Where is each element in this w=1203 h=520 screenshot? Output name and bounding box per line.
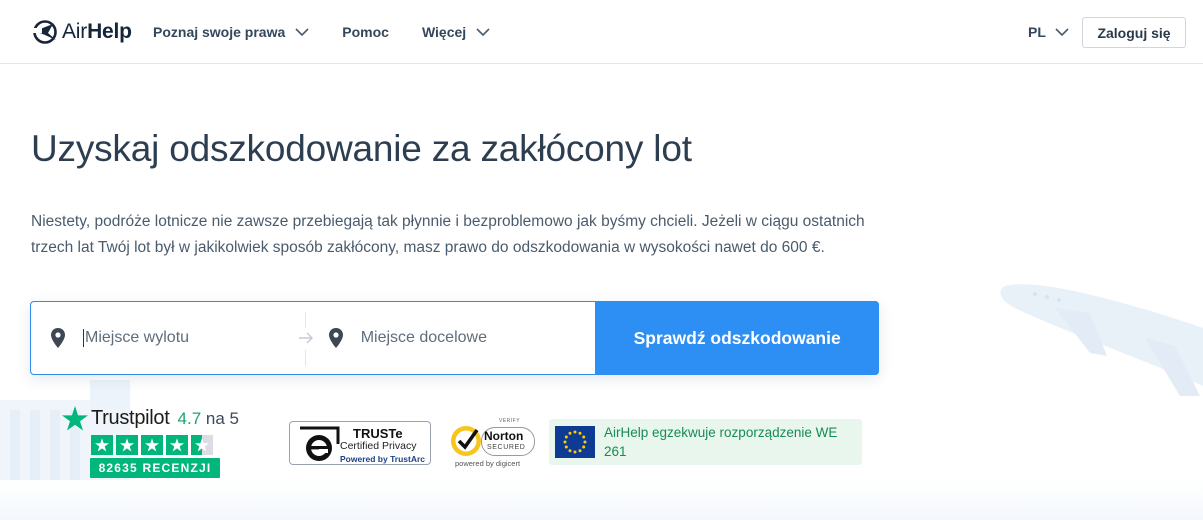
norton-secured-label: SECURED xyxy=(487,444,526,451)
chevron-down-icon xyxy=(295,28,309,36)
chevron-down-icon xyxy=(476,28,490,36)
destination-input[interactable] xyxy=(360,329,551,347)
login-button[interactable]: Zaloguj się xyxy=(1082,17,1186,48)
check-compensation-button[interactable]: Sprawdź odszkodowanie xyxy=(595,301,879,375)
rating-star-icon xyxy=(141,435,163,455)
main-nav: Poznaj swoje prawa Pomoc Więcej xyxy=(153,0,523,64)
nav-item-label: Poznaj swoje prawa xyxy=(153,24,286,40)
flight-search-form: Sprawdź odszkodowanie xyxy=(30,301,879,375)
chevron-down-icon xyxy=(1055,28,1069,36)
rating-star-icon xyxy=(116,435,138,455)
language-label: PL xyxy=(1028,24,1046,40)
nav-item-label: Więcej xyxy=(421,24,467,40)
departure-field[interactable] xyxy=(31,302,305,374)
trustpilot-rating: 4.7 na 5 xyxy=(177,408,239,428)
truste-subtitle: Certified Privacy xyxy=(340,440,417,452)
truste-title: TRUSTe xyxy=(353,426,403,441)
language-selector[interactable]: PL xyxy=(1028,24,1069,40)
norton-checkmark-icon xyxy=(451,426,481,456)
eu-regulation-badge[interactable]: AirHelp egzekwuje rozporządzenie WE 261 xyxy=(549,419,862,465)
nav-item-more[interactable]: Więcej xyxy=(422,24,490,40)
background-gradient xyxy=(0,480,1203,520)
location-pin-icon xyxy=(51,328,65,348)
truste-seal-icon xyxy=(300,426,340,461)
nav-item-help[interactable]: Pomoc xyxy=(342,24,389,40)
eu-regulation-text: AirHelp egzekwuje rozporządzenie WE 261 xyxy=(604,425,838,459)
trustpilot-star-icon xyxy=(62,406,88,431)
logo-text: AirHelp xyxy=(62,20,132,43)
airhelp-plane-icon xyxy=(32,20,57,44)
rating-star-icon xyxy=(166,435,188,455)
background-airplane-illustration xyxy=(1000,284,1203,396)
norton-name: Norton xyxy=(484,429,524,443)
top-navigation-bar: AirHelp Poznaj swoje prawa Pomoc Więcej … xyxy=(0,0,1203,64)
truste-powered: Powered by TrustArc xyxy=(340,454,426,464)
rating-star-icon xyxy=(91,435,113,455)
page-title: Uzyskaj odszkodowanie za zakłócony lot xyxy=(31,128,692,169)
norton-secured-badge[interactable]: VERIFY Norton SECURED powered by digicer… xyxy=(447,418,537,470)
nav-item-know-your-rights[interactable]: Poznaj swoje prawa xyxy=(153,24,309,40)
norton-powered: powered by digicert xyxy=(455,459,521,468)
truste-badge[interactable]: TRUSTe Certified Privacy Powered by Trus… xyxy=(289,421,431,465)
norton-verify-label: VERIFY xyxy=(499,418,521,424)
trustpilot-review-count: 82635 RECENZJI xyxy=(90,458,220,478)
rating-half-star-icon xyxy=(191,435,213,455)
location-pin-icon xyxy=(328,328,343,348)
airhelp-logo[interactable]: AirHelp xyxy=(32,19,132,45)
departure-input[interactable] xyxy=(83,329,273,347)
nav-item-label: Pomoc xyxy=(342,24,389,40)
eu-flag-icon xyxy=(555,426,595,458)
hero-description: Niestety, podróże lotnicze nie zawsze pr… xyxy=(31,213,865,256)
trustpilot-widget[interactable]: Trustpilot 4.7 na 5 82635 RECENZJI xyxy=(62,406,239,478)
trustpilot-stars xyxy=(91,435,239,455)
trustpilot-brand: Trustpilot xyxy=(91,407,170,429)
destination-field[interactable] xyxy=(305,302,596,374)
